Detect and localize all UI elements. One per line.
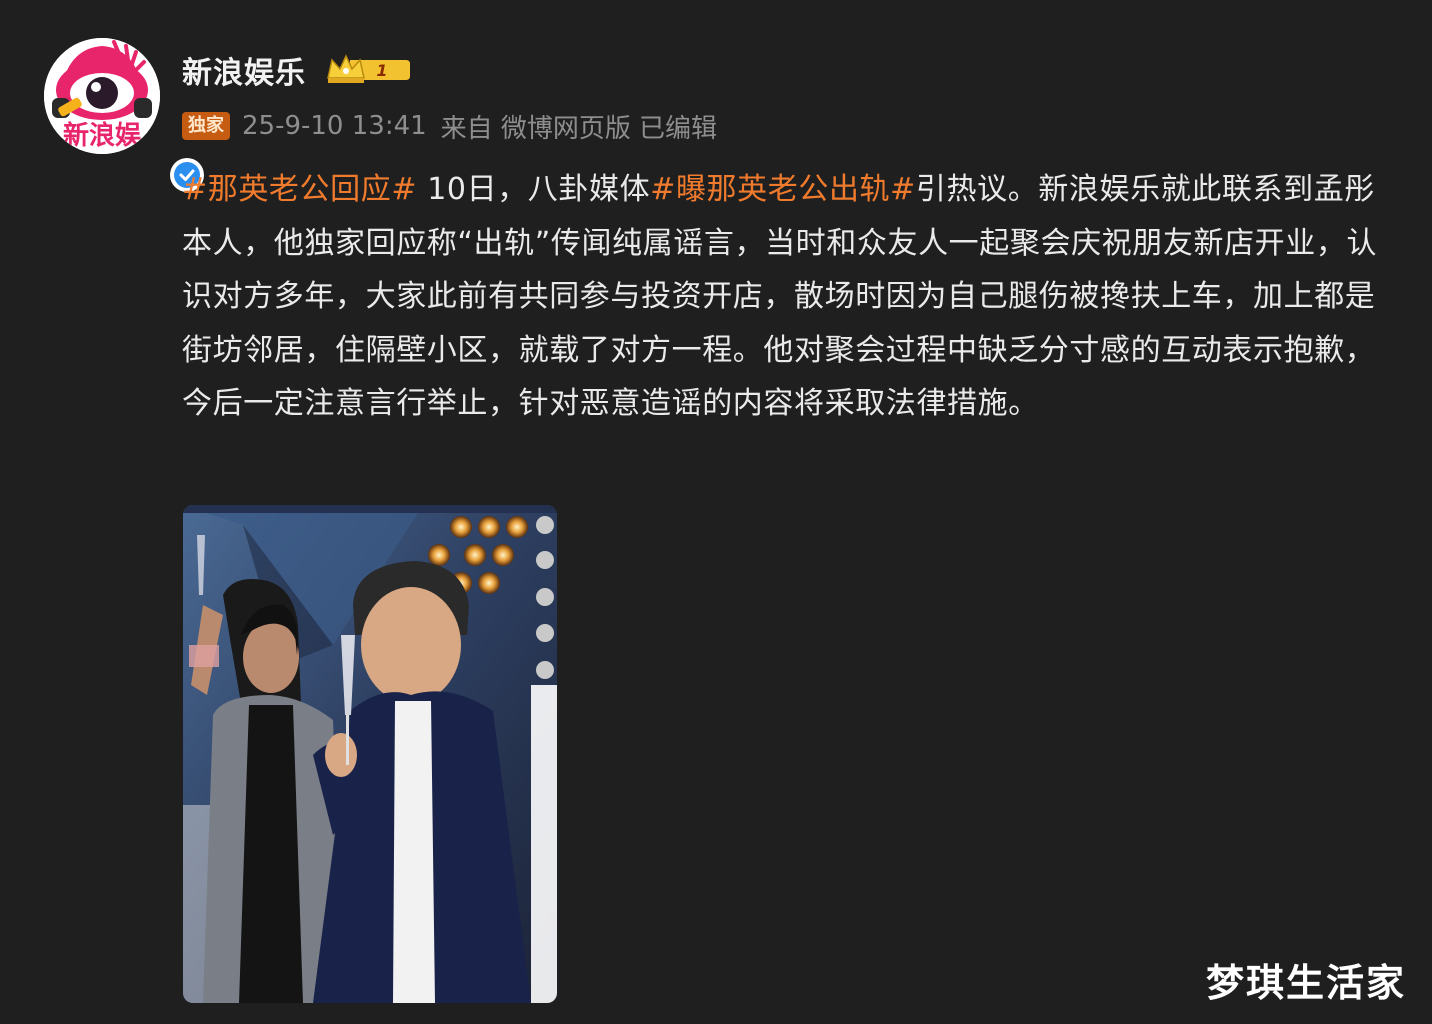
post-source: 来自 微博网页版 <box>440 113 631 144</box>
avatar-image: 新浪娱 <box>44 38 160 154</box>
photo-illustration <box>183 505 557 1003</box>
avatar-text: 新浪娱 <box>63 120 142 151</box>
edited-label[interactable]: 已编辑 <box>639 108 717 145</box>
exclusive-tag: 独家 <box>182 112 230 140</box>
author-name[interactable]: 新浪娱乐 <box>182 48 306 92</box>
topic-link[interactable]: #曝那英老公出轨# <box>650 172 916 207</box>
post-time[interactable]: 25-9-10 13:41 <box>242 111 427 141</box>
watermark-text: 梦琪生活家 <box>1206 961 1407 1005</box>
weibo-post: 新浪娱 新浪娱乐 1 独家 25-9-10 13:41 来自 微博网页版 已编辑… <box>0 0 1432 1024</box>
level-number: 1 <box>376 61 387 80</box>
member-level-badge[interactable]: 1 <box>326 52 412 86</box>
author-avatar[interactable]: 新浪娱 <box>44 38 204 192</box>
post-content: #那英老公回应# 10日，八卦媒体#曝那英老公出轨#引热议。新浪娱乐就此联系到孟… <box>182 163 1392 431</box>
content-text: 10日，八卦媒体 <box>417 172 651 207</box>
post-meta: 独家 25-9-10 13:41 来自 微博网页版 已编辑 <box>182 108 731 144</box>
post-image[interactable] <box>183 505 557 1003</box>
crown-icon: 1 <box>327 54 410 83</box>
content-text: 引热议。新浪娱乐就此联系到孟彤本人，他独家回应称“出轨”传闻纯属谣言，当时和众友… <box>182 172 1378 422</box>
topic-link[interactable]: #那英老公回应# <box>182 172 417 207</box>
